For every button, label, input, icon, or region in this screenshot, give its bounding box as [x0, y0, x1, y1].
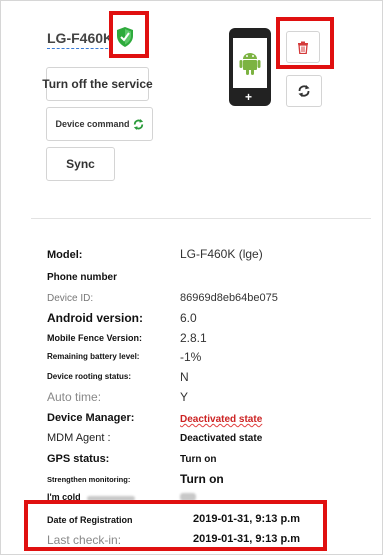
sync-label: Sync	[66, 157, 95, 171]
phone-device-icon: +	[229, 28, 271, 106]
device-id-label: Device ID:	[47, 293, 94, 304]
auto-time-value: Y	[180, 390, 189, 404]
highlight-box-dates	[24, 500, 327, 551]
sync-button[interactable]: Sync	[46, 147, 115, 181]
fence-version-value: 2.8.1	[180, 331, 207, 345]
turn-off-service-button[interactable]: Turn off the service	[42, 67, 153, 101]
highlight-box-shield	[109, 11, 149, 58]
device-command-label: Device command	[55, 119, 130, 129]
device-card: LG-F460K Turn off the service Device com…	[0, 0, 383, 555]
device-manager-label: Device Manager:	[47, 412, 135, 424]
refresh-icon	[297, 84, 311, 98]
refresh-button[interactable]	[286, 75, 322, 107]
gps-status-value: Turn on	[180, 454, 217, 465]
strengthen-monitoring-label: Strengthen monitoring:	[47, 475, 131, 484]
android-version-value: 6.0	[180, 311, 197, 325]
android-version-label: Android version:	[47, 311, 144, 325]
device-manager-value: Deactivated state	[180, 414, 263, 425]
refresh-arrows-icon	[133, 118, 144, 130]
phone-screen	[233, 38, 267, 88]
device-id-value: 86969d8eb64be075	[180, 292, 278, 304]
strengthen-monitoring-value: Turn on	[180, 472, 224, 486]
section-divider	[31, 218, 371, 219]
phone-home-plus: +	[245, 90, 253, 104]
rooting-label: Device rooting status:	[47, 372, 132, 381]
highlight-box-delete	[276, 17, 334, 69]
gps-status-label: GPS status:	[47, 453, 110, 465]
battery-value: -1%	[180, 350, 202, 364]
fence-version-label: Mobile Fence Version:	[47, 333, 143, 343]
auto-time-label: Auto time:	[47, 390, 102, 404]
device-command-button[interactable]: Device command	[46, 107, 153, 141]
model-label: Model:	[47, 249, 83, 261]
phone-number-label: Phone number	[47, 272, 118, 283]
battery-label: Remaining battery level:	[47, 352, 140, 361]
mdm-agent-label: MDM Agent :	[47, 432, 111, 444]
rooting-value: N	[180, 370, 189, 384]
turn-off-service-label: Turn off the service	[42, 77, 153, 91]
device-name-link[interactable]: LG-F460K	[47, 29, 114, 49]
android-icon	[239, 50, 261, 81]
mdm-agent-value: Deactivated state	[180, 433, 263, 444]
model-value: LG-F460K (lge)	[180, 247, 263, 261]
